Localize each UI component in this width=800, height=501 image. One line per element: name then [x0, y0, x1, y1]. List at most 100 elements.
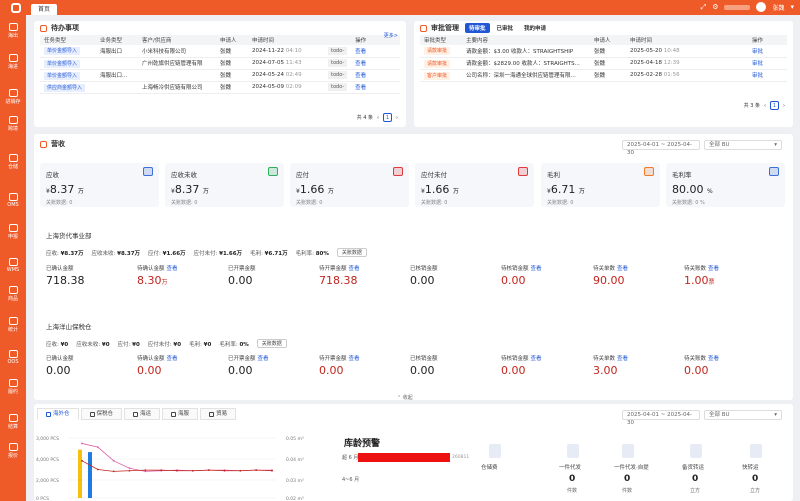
metric-label-row: 待关单数 查看 — [593, 354, 628, 362]
revenue-card[interactable]: 应收 ¥8.37 万关账数据: 0 — [40, 163, 159, 207]
page-current[interactable]: 1 — [383, 113, 392, 122]
metric: 待关账数 查看 0.00 — [684, 354, 719, 377]
collapse-toggle[interactable]: ⌃ 收起 — [397, 394, 413, 401]
metric-label: 已确认金额 — [46, 356, 74, 362]
table-row[interactable]: 客户审批 公司名称：深圳一海通全球供应链管理有限... 张魏 2025-02-28 0… — [420, 69, 787, 82]
todo-view-link[interactable]: 查看 — [351, 45, 400, 58]
revenue-date-range[interactable]: 2025-04-01 ~ 2025-04-30 — [622, 140, 700, 156]
sidebar-item-4[interactable]: 仓储 — [0, 154, 26, 170]
sidebar-item-13[interactable]: 报价 — [0, 443, 26, 459]
prev-page-icon[interactable]: ‹ — [377, 115, 379, 121]
table-row[interactable]: 单价金额导入 海服出口... 张魏 2024-05-24 02:49 todo- 查看 — [40, 69, 400, 82]
approval-action-link[interactable]: 审批 — [748, 45, 787, 58]
warehouse-metric-icon — [690, 444, 702, 458]
user-name[interactable]: 张魏 — [772, 3, 784, 12]
metric-label: 待核销金额 — [501, 356, 529, 362]
prev-page-icon[interactable]: ‹ — [764, 103, 766, 109]
sidebar-item-8[interactable]: 商品 — [0, 286, 26, 302]
metric-value-row: 90.00 — [593, 274, 628, 287]
table-row[interactable]: 请款审批 请款金额：$3.00 收款人：STRAIGHTSHIP 张魏 2025-05… — [420, 45, 787, 58]
sidebar-item-9[interactable]: 统计 — [0, 317, 26, 333]
metric-value: 3.00 — [593, 364, 618, 377]
sidebar-item-3[interactable]: 跨境 — [0, 116, 26, 132]
metric-label: 待开票金额 — [319, 356, 347, 362]
metric-view-link[interactable]: 查看 — [708, 356, 719, 362]
sidebar-item-7[interactable]: WMS — [0, 258, 26, 273]
metric-value: 0.00 — [319, 364, 344, 377]
sidebar-item-12[interactable]: 结算 — [0, 414, 26, 430]
approval-action-link[interactable]: 审批 — [748, 69, 787, 82]
tab-pending[interactable]: 待审批 — [465, 23, 490, 33]
next-page-icon[interactable]: › — [783, 103, 785, 109]
revenue-card[interactable]: 毛利率 80.00 % 关账数据: 0 % — [666, 163, 785, 207]
revenue-card[interactable]: 应付未付 ¥1.66 万关账数据: 0 — [415, 163, 534, 207]
todo-view-link[interactable]: 查看 — [351, 81, 400, 94]
card-value: 1.66 — [299, 183, 325, 196]
table-row[interactable]: 供应商金额导入 上海畅冷供应链有限公司 张魏 2024-05-09 02:09 todo… — [40, 81, 400, 94]
sidebar-item-10[interactable]: OOS — [0, 350, 26, 365]
metric-view-link[interactable]: 查看 — [531, 266, 542, 272]
close-data-chip[interactable]: 关账数据 — [256, 339, 287, 348]
metric-label-row: 待确认金额 查看 — [137, 354, 178, 362]
table-row[interactable]: 单价金额导入 广州乾旗供应链管理有限 张魏 2024-07-05 11:43 todo-… — [40, 57, 400, 70]
warehouse-tab-1[interactable]: 保税仓 — [80, 408, 123, 420]
sidebar-item-1[interactable]: 海进 — [0, 54, 26, 70]
sidebar-item-5[interactable]: OMS — [0, 193, 26, 208]
collapse-label: 收起 — [402, 395, 413, 401]
metric-view-link[interactable]: 查看 — [708, 266, 719, 272]
approval-action-link[interactable]: 审批 — [748, 57, 787, 70]
warehouse-tab-4[interactable]: 贸易 — [200, 408, 237, 420]
revenue-card[interactable]: 应付 ¥1.66 万关账数据: 0 — [290, 163, 409, 207]
metric-view-link[interactable]: 查看 — [167, 356, 178, 362]
table-row[interactable]: 单价金额导入 海服出口 小米科技有限公司 张魏 2024-11-22 04:10 todo… — [40, 45, 400, 58]
todo-date-cell: 2024-11-22 04:10 — [248, 45, 324, 58]
metric-view-link[interactable]: 查看 — [617, 356, 628, 362]
sidebar-item-6[interactable]: 申报 — [0, 224, 26, 240]
todo-more-link[interactable]: 更多> — [384, 32, 398, 39]
settings-icon[interactable]: ⚙ — [712, 3, 718, 11]
metric-label-row: 已开票金额 — [228, 264, 256, 272]
revenue-card[interactable]: 毛利 ¥6.71 万关账数据: 0 — [541, 163, 660, 207]
sidebar-item-0[interactable]: 海出 — [0, 23, 26, 39]
metric-view-link[interactable]: 查看 — [531, 356, 542, 362]
approval-type-cell: 客户审批 — [420, 69, 462, 82]
todo-time: 02:09 — [285, 84, 302, 90]
metric-view-link[interactable]: 查看 — [349, 266, 360, 272]
metric-view-link[interactable]: 查看 — [617, 266, 628, 272]
revenue-bu-select[interactable]: 全部 BU ▾ — [704, 140, 782, 150]
chevron-down-icon[interactable]: ▾ — [790, 3, 794, 11]
dept1-title: 上海货代事业部 — [46, 232, 92, 240]
todo-type-cell: 单价金额导入 — [40, 69, 96, 82]
page-current[interactable]: 1 — [770, 101, 779, 110]
bottom-date-range[interactable]: 2025-04-01 ~ 2025-04-30 — [622, 410, 700, 426]
tab-home[interactable]: 首页 — [31, 4, 58, 15]
bottom-bu-select[interactable]: 全部 BU ▾ — [704, 410, 782, 420]
metric-value-row: 8.30万 — [137, 274, 178, 287]
metric-view-link[interactable]: 查看 — [349, 356, 360, 362]
next-page-icon[interactable]: › — [396, 115, 398, 121]
table-row[interactable]: 请款审批 请款金额：$2829.00 收款人：STRAIGHTS... 张魏 2025… — [420, 57, 787, 70]
tab-my-requests[interactable]: 我的申请 — [520, 23, 550, 33]
metric-view-link[interactable]: 查看 — [167, 266, 178, 272]
age-bar-0[interactable] — [358, 453, 450, 462]
sidebar-item-2[interactable]: 进销存 — [0, 89, 26, 105]
app-logo[interactable] — [0, 0, 31, 15]
revenue-card[interactable]: 应收未收 ¥8.37 万关账数据: 0 — [165, 163, 284, 207]
warehouse-tab-0[interactable]: 海外仓 — [37, 408, 79, 420]
todo-view-link[interactable]: 查看 — [351, 69, 400, 82]
expand-icon[interactable]: ⤢ — [701, 3, 707, 12]
approval-col-type: 审批类型 — [420, 35, 462, 45]
avatar[interactable] — [756, 2, 767, 12]
close-data-chip[interactable]: 关账数据 — [336, 248, 367, 257]
todo-view-link[interactable]: 查看 — [351, 57, 400, 70]
metric-view-link[interactable]: 查看 — [258, 356, 269, 362]
tab-approved[interactable]: 已审批 — [493, 23, 518, 33]
metric: 待关单数 查看 90.00 — [593, 264, 628, 287]
approval-time: 10:48 — [663, 47, 680, 54]
sidebar-item-11[interactable]: 履约 — [0, 379, 26, 395]
card-value-row: 80.00 % — [672, 183, 779, 196]
warehouse-tab-2[interactable]: 海运 — [124, 408, 161, 420]
summary-item: 应收: ¥0 — [46, 340, 68, 348]
metric-label-row: 待确认金额 查看 — [137, 264, 178, 272]
warehouse-tab-3[interactable]: 海服 — [162, 408, 199, 420]
